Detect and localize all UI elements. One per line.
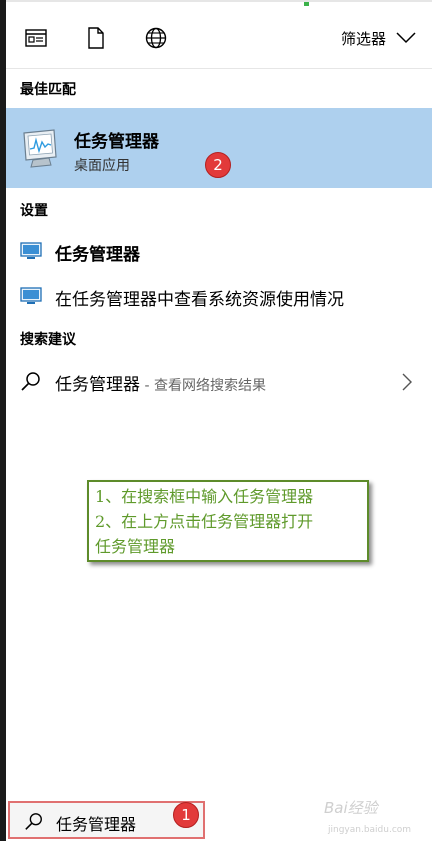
web-filter-globe-icon[interactable] [144,26,168,50]
settings-item-view-resources[interactable]: 在任务管理器中查看系统资源使用情况 [6,274,432,318]
filter-dropdown[interactable]: 筛选器 [341,26,416,50]
suggestion-text: 任务管理器 - 查看网络搜索结果 [55,370,266,395]
toolbar-divider [6,68,432,69]
filter-toolbar: 筛选器 [6,0,432,68]
monitor-settings-icon [20,241,42,261]
settings-item-label: 在任务管理器中查看系统资源使用情况 [55,290,344,310]
callout-line-2: 2、在上方点击任务管理器打开 [95,512,314,531]
suggestion-suffix: - 查看网络搜索结果 [140,378,266,394]
task-manager-app-icon [20,127,62,169]
suggestion-label: 任务管理器 [55,375,140,395]
monitor-settings-icon [20,286,42,306]
search-icon [25,813,42,830]
chevron-right-icon[interactable] [402,373,412,391]
settings-item-label: 任务管理器 [55,245,140,265]
section-heading-best-match: 最佳匹配 [20,82,76,98]
search-panel: 筛选器 最佳匹配 任务管理器 桌面应用 2 设置 任务管理器 在任务管理器中查看… [6,0,432,841]
section-heading-settings: 设置 [20,203,48,219]
step-badge-2: 2 [205,152,231,178]
watermark: Bai经验 jingyan.baidu.com [324,797,411,836]
step-badge-1: 1 [173,802,199,828]
section-heading-search-suggestions: 搜索建议 [20,332,76,348]
search-input[interactable]: 任务管理器 [56,811,136,835]
settings-item-task-manager[interactable]: 任务管理器 [6,229,432,273]
filter-label: 筛选器 [340,29,386,48]
best-match-subtitle: 桌面应用 [74,158,130,174]
search-icon [20,371,42,391]
instruction-callout: 1、在搜索框中输入任务管理器 2、在上方点击任务管理器打开 任务管理器 [87,480,369,562]
watermark-url: jingyan.baidu.com [328,825,412,835]
callout-line-1: 1、在搜索框中输入任务管理器 [95,487,314,506]
web-suggestion-item[interactable]: 任务管理器 - 查看网络搜索结果 [6,359,432,403]
documents-filter-icon[interactable] [84,26,108,50]
apps-filter-icon[interactable] [24,26,48,50]
chevron-down-icon [396,32,416,44]
best-match-title: 任务管理器 [74,132,159,152]
watermark-brand: Bai经验 [324,799,378,817]
callout-line-3: 任务管理器 [95,537,176,556]
